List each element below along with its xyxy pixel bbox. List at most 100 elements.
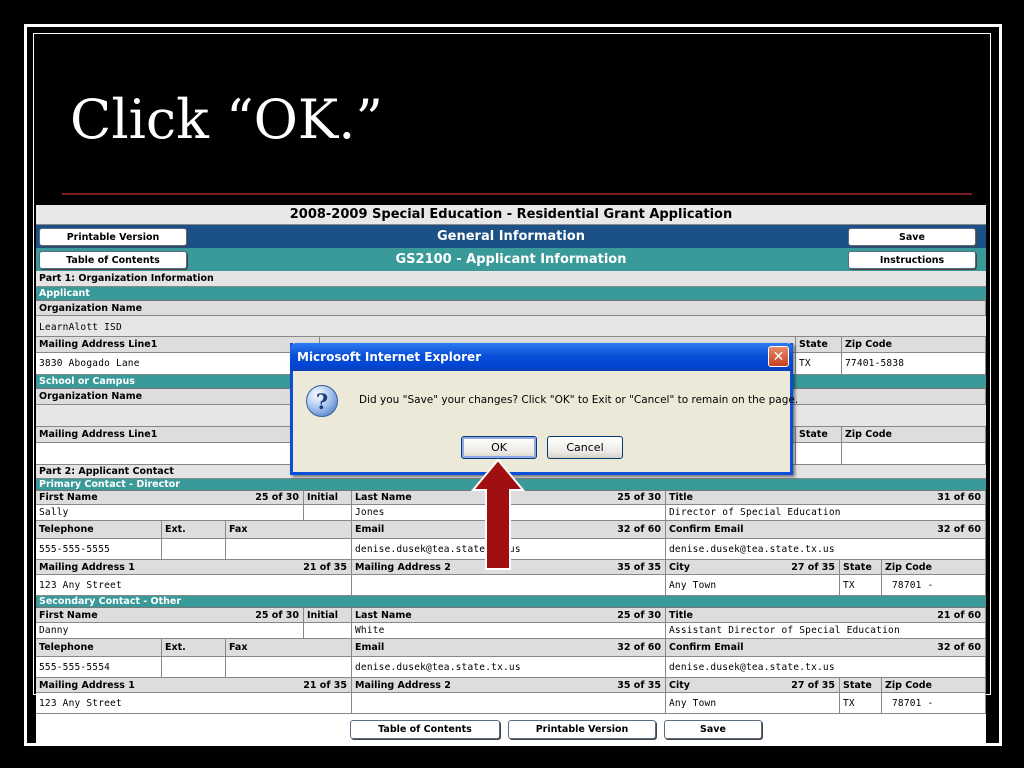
primary-first-field[interactable]: Sally [36,505,304,521]
primary-email-count: 32 of 60 [617,524,661,535]
secondary-tel-label: Telephone [36,639,162,657]
secondary-last-count: 25 of 30 [617,609,661,621]
save-button[interactable]: Save [848,228,976,246]
close-icon[interactable]: ✕ [768,346,789,367]
secondary-title-field[interactable]: Assistant Director of Special Education [666,623,986,639]
primary-mail1-label-text: Mailing Address 1 [39,561,135,573]
secondary-tel-field[interactable]: 555-555-5554 [36,657,162,678]
primary-initial-field[interactable] [304,505,352,521]
primary-zip-label: Zip Code [882,560,986,575]
secondary-city-label: City 27 of 35 [666,678,840,693]
instructions-button[interactable]: Instructions [848,251,976,269]
primary-confirm-field[interactable]: denise.dusek@tea.state.tx.us [666,539,986,560]
secondary-last-label-text: Last Name [355,609,412,621]
secondary-mail1-field[interactable]: 123 Any Street [36,693,352,714]
secondary-email-label-text: Email [355,642,385,653]
secondary-email-label: Email 32 of 60 [352,639,666,657]
secondary-state-field[interactable]: TX [840,693,882,714]
secondary-ext-field[interactable] [162,657,226,678]
secondary-mail1-count: 21 of 35 [303,679,347,691]
primary-tel-field[interactable]: 555-555-5555 [36,539,162,560]
applicant-zip-field[interactable]: 77401-5838 [842,353,986,375]
secondary-city-label-text: City [669,679,690,691]
primary-state-field[interactable]: TX [840,575,882,596]
ok-button[interactable]: OK [461,436,537,459]
school-state-field[interactable] [796,443,842,465]
primary-first-count: 25 of 30 [255,492,299,503]
secondary-first-field[interactable]: Danny [36,623,304,639]
primary-confirm-label: Confirm Email 32 of 60 [666,521,986,539]
secondary-last-field[interactable]: White [352,623,666,639]
applicant-org-name-label: Organization Name [36,301,986,316]
secondary-zip-field[interactable]: 78701 - [882,693,986,714]
secondary-mail2-field[interactable] [352,693,666,714]
primary-zip-field[interactable]: 78701 - [882,575,986,596]
primary-mail2-field[interactable] [352,575,666,596]
secondary-address-label-row: Mailing Address 1 21 of 35 Mailing Addres… [36,678,986,693]
secondary-mail1-label: Mailing Address 1 21 of 35 [36,678,352,693]
secondary-email-count: 32 of 60 [617,642,661,653]
primary-tel-label: Telephone [36,521,162,539]
footer-save-button[interactable]: Save [664,720,762,739]
secondary-mail2-label-text: Mailing Address 2 [355,679,451,691]
footer-table-of-contents-button[interactable]: Table of Contents [350,720,500,739]
app-title: 2008-2009 Special Education - Residentia… [36,205,986,225]
applicant-state-field[interactable]: TX [796,353,842,375]
secondary-address-value-row: 123 Any Street Any Town TX 78701 - [36,693,986,714]
applicant-mail1-field[interactable]: 3830 Abogado Lane [36,353,320,375]
primary-ext-field[interactable] [162,539,226,560]
primary-address-value-row: 123 Any Street Any Town TX 78701 - [36,575,986,596]
primary-city-field[interactable]: Any Town [666,575,840,596]
secondary-mail1-label-text: Mailing Address 1 [39,679,135,691]
secondary-city-field[interactable]: Any Town [666,693,840,714]
secondary-title-count: 21 of 60 [937,609,981,621]
secondary-mail2-count: 35 of 35 [617,679,661,691]
secondary-email-field[interactable]: denise.dusek@tea.state.tx.us [352,657,666,678]
cancel-button[interactable]: Cancel [547,436,623,459]
primary-fax-field[interactable] [226,539,352,560]
applicant-zip-label: Zip Code [842,337,986,353]
dialog-titlebar: Microsoft Internet Explorer ✕ [290,343,793,371]
school-zip-label: Zip Code [842,427,986,443]
printable-version-button[interactable]: Printable Version [39,228,187,246]
applicant-org-label-row: Organization Name [36,301,986,316]
secondary-confirm-label: Confirm Email 32 of 60 [666,639,986,657]
school-zip-field[interactable] [842,443,986,465]
primary-last-label-text: Last Name [355,492,412,503]
primary-city-label-text: City [669,561,690,573]
primary-confirm-label-text: Confirm Email [669,524,744,535]
primary-initial-label: Initial [304,491,352,505]
primary-mail2-label-text: Mailing Address 2 [355,561,451,573]
slide-title: Click “OK.” [70,88,383,151]
primary-mail1-field[interactable]: 123 Any Street [36,575,352,596]
applicant-section: Applicant [36,287,986,301]
nav-page-title: GS2100 - Applicant Information [395,252,627,267]
secondary-first-label: First Name 25 of 30 [36,608,304,623]
secondary-ext-label: Ext. [162,639,226,657]
table-of-contents-button[interactable]: Table of Contents [39,251,187,269]
secondary-first-label-text: First Name [39,609,98,621]
secondary-mail2-label: Mailing Address 2 35 of 35 [352,678,666,693]
primary-city-count: 27 of 35 [791,561,835,573]
dialog-message: Did you "Save" your changes? Click "OK" … [359,394,799,406]
applicant-org-value-row: LearnAlott ISD [36,318,986,337]
secondary-name-label-row: First Name 25 of 30 Initial Last Name 25 o… [36,608,986,623]
nav-section-bar: General Information Printable Version Sa… [36,225,986,248]
primary-title-count: 31 of 60 [937,492,981,503]
footer-printable-version-button[interactable]: Printable Version [508,720,656,739]
primary-title-field[interactable]: Director of Special Education [666,505,986,521]
secondary-fax-field[interactable] [226,657,352,678]
arrow-up-icon [471,458,525,570]
secondary-contact-section: Secondary Contact - Other [36,596,986,608]
primary-mail2-count: 35 of 35 [617,561,661,573]
question-icon: ? [306,385,338,417]
secondary-initial-field[interactable] [304,623,352,639]
applicant-org-name-field[interactable]: LearnAlott ISD [36,318,986,337]
school-mail1-field[interactable] [36,443,320,465]
secondary-confirm-label-text: Confirm Email [669,642,744,653]
applicant-state-label: State [796,337,842,353]
applicant-mail1-label: Mailing Address Line1 [36,337,320,353]
secondary-confirm-field[interactable]: denise.dusek@tea.state.tx.us [666,657,986,678]
primary-last-count: 25 of 30 [617,492,661,503]
secondary-last-label: Last Name 25 of 30 [352,608,666,623]
